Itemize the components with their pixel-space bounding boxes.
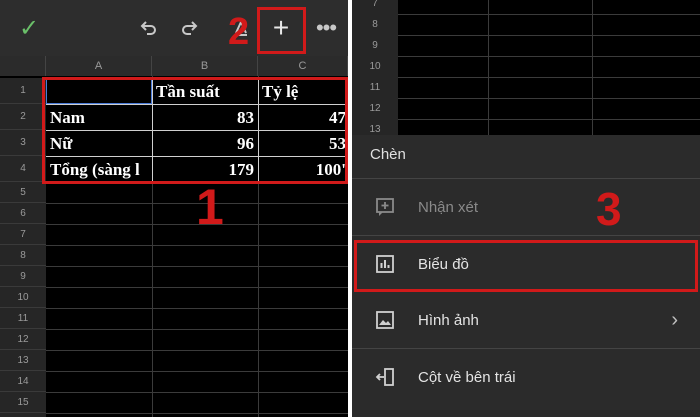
- grid-line: [488, 0, 489, 135]
- menu-title: Chèn: [370, 146, 406, 163]
- menu-item-label: Cột về bên trái: [418, 368, 516, 386]
- grid-line: [46, 392, 348, 393]
- row-header[interactable]: 2: [0, 104, 46, 130]
- menu-item-comment[interactable]: Nhận xét: [352, 179, 700, 235]
- grid-line: [398, 56, 700, 57]
- row-header[interactable]: 11: [352, 77, 398, 98]
- grid-line: [398, 98, 700, 99]
- grid-line: [46, 266, 348, 267]
- grid-line: [46, 287, 348, 288]
- row-header[interactable]: 5: [0, 182, 46, 203]
- grid-line: [46, 245, 348, 246]
- row-header[interactable]: 8: [352, 14, 398, 35]
- grid-line: [398, 77, 700, 78]
- checkmark-icon[interactable]: ✓: [14, 0, 44, 56]
- step-label-1: 1: [196, 179, 224, 235]
- highlight-box-table: [42, 77, 348, 184]
- row-header[interactable]: 9: [0, 266, 46, 287]
- image-icon: [374, 309, 396, 331]
- grid-line: [46, 371, 348, 372]
- redo-icon[interactable]: [176, 0, 204, 56]
- insert-column-left-icon: [374, 366, 396, 388]
- undo-icon[interactable]: [134, 0, 162, 56]
- row-header[interactable]: 6: [0, 203, 46, 224]
- grid-line: [46, 329, 348, 330]
- row-header[interactable]: 10: [0, 287, 46, 308]
- step-label-3: 3: [596, 183, 622, 235]
- chevron-right-icon: ›: [671, 308, 678, 331]
- grid-line: [398, 119, 700, 120]
- grid-line: [46, 413, 348, 414]
- row-header[interactable]: 3: [0, 130, 46, 156]
- row-header[interactable]: 1: [0, 78, 46, 104]
- row-header[interactable]: 13: [0, 350, 46, 371]
- row-header[interactable]: 12: [0, 329, 46, 350]
- row-header[interactable]: 12: [352, 98, 398, 119]
- menu-item-label: Hình ảnh: [418, 311, 479, 329]
- row-header[interactable]: 8: [0, 245, 46, 266]
- row-header[interactable]: 14: [0, 371, 46, 392]
- row-header[interactable]: 10: [352, 56, 398, 77]
- grid-line: [46, 350, 348, 351]
- grid-line: [46, 308, 348, 309]
- row-header[interactable]: 11: [0, 308, 46, 329]
- sheet-grid-background: 7 8 9 10 11 12 13: [352, 0, 700, 140]
- insert-menu-panel: 7 8 9 10 11 12 13 Chèn Nhận xét Biểu đồ: [352, 0, 700, 417]
- comment-add-icon: [374, 196, 396, 218]
- grid-line: [592, 0, 593, 135]
- row-header[interactable]: 16: [0, 413, 46, 417]
- grid-corner[interactable]: [0, 56, 46, 76]
- row-header[interactable]: 7: [352, 0, 398, 14]
- spreadsheet-panel: ✓ + ••• A B C 1 2 3 4 5 6 7 8 9 10 11 12…: [0, 0, 348, 417]
- row-header[interactable]: 15: [0, 392, 46, 413]
- column-header[interactable]: B: [152, 56, 258, 76]
- menu-item-insert-column-left[interactable]: Cột về bên trái: [352, 349, 700, 405]
- menu-item-label: Nhận xét: [418, 198, 479, 216]
- highlight-box-plus: [257, 7, 306, 54]
- menu-item-image[interactable]: Hình ảnh ›: [352, 292, 700, 348]
- grid-line: [398, 35, 700, 36]
- column-header[interactable]: C: [258, 56, 348, 76]
- column-header[interactable]: A: [46, 56, 152, 76]
- more-icon[interactable]: •••: [312, 0, 340, 56]
- row-header[interactable]: 4: [0, 156, 46, 182]
- highlight-box-chart: [354, 240, 698, 292]
- step-label-2: 2: [228, 11, 250, 53]
- row-header[interactable]: 9: [352, 35, 398, 56]
- row-header[interactable]: 7: [0, 224, 46, 245]
- grid-line: [398, 14, 700, 15]
